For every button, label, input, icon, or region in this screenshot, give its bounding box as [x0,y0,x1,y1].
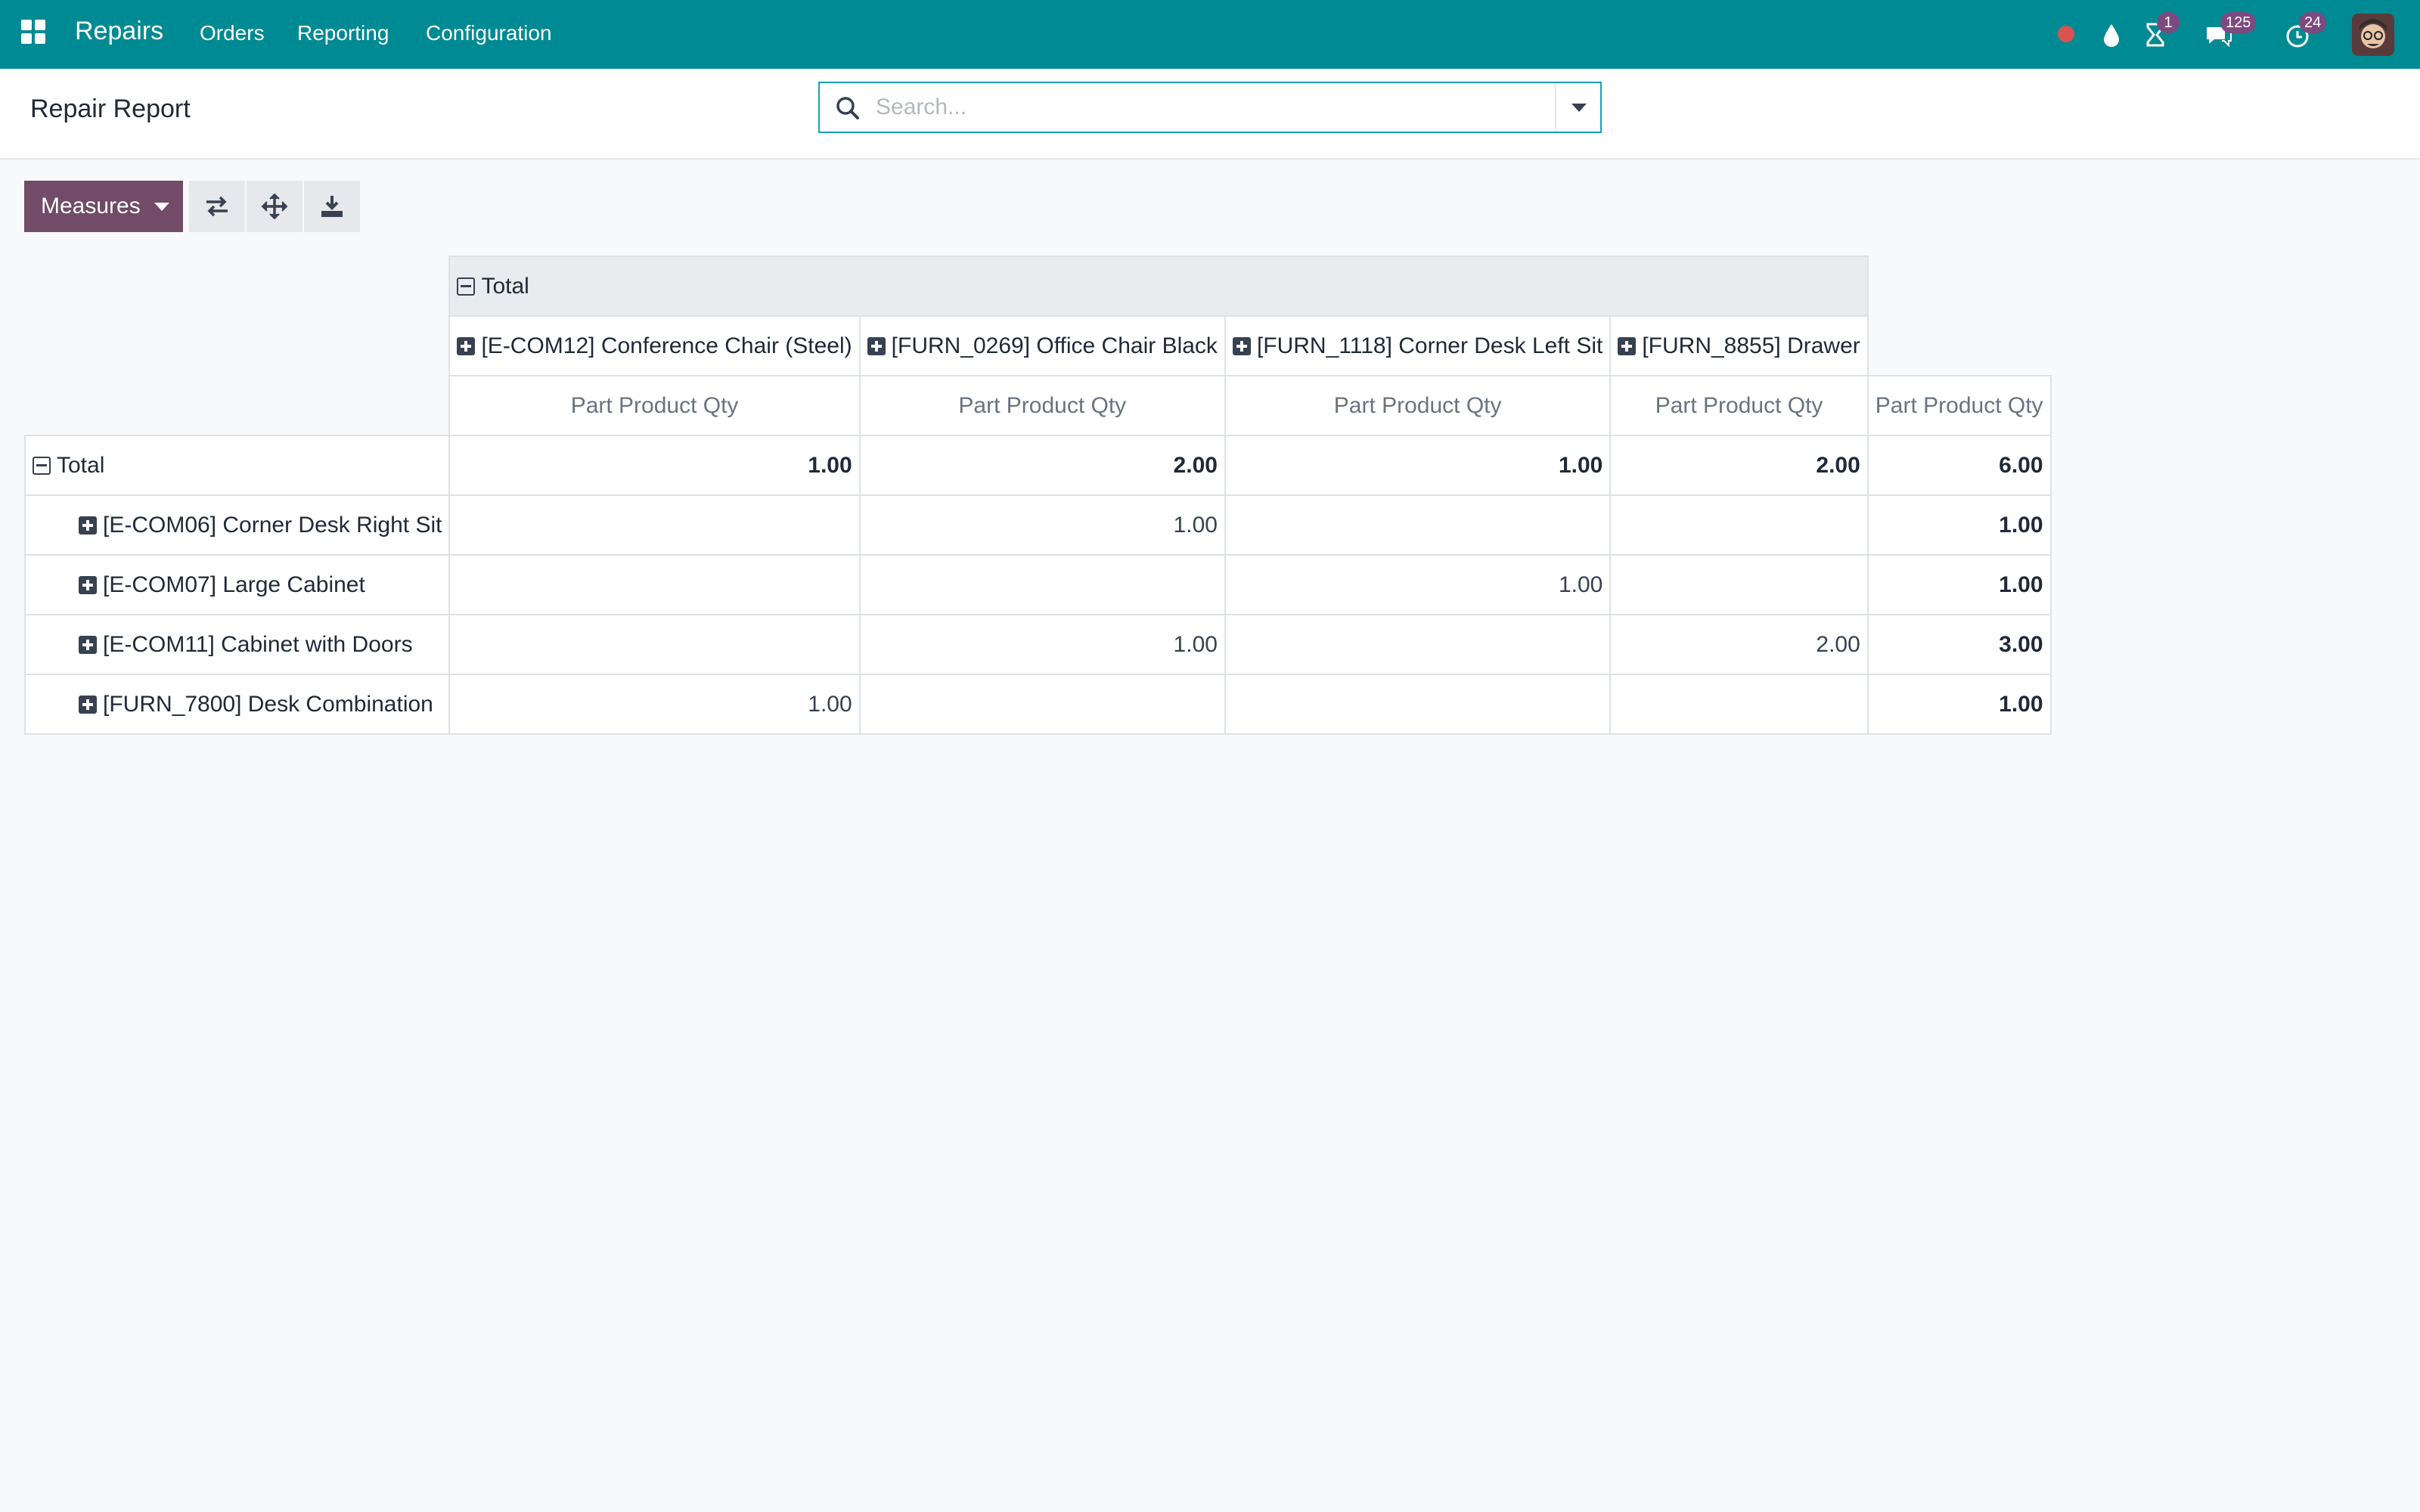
cell[interactable]: 1.00 [858,494,1226,556]
measure-header[interactable]: Part Product Qty [1224,375,1612,436]
search-bar[interactable] [818,82,1602,133]
chevron-down-icon [1571,104,1587,112]
measures-label: Measures [41,194,141,218]
row-header[interactable]: [E-COM06] Corner Desk Right Sit [23,494,451,556]
measure-header-total[interactable]: Part Product Qty [1866,375,2052,436]
table-row-total: Total 1.00 2.00 1.00 2.00 6.00 [23,435,2052,496]
col-header[interactable]: [FURN_8855] Drawer [1609,315,1869,376]
download-icon [321,196,343,217]
app-name[interactable]: Repairs [75,17,163,46]
cell-grand-total[interactable]: 6.00 [1866,435,2052,496]
cell[interactable] [448,614,861,675]
cell-row-total[interactable]: 1.00 [1866,494,2052,556]
cell[interactable]: 1.00 [1224,554,1612,615]
timer-icon[interactable]: 24 [2281,12,2327,51]
table-row: [E-COM07] Large Cabinet 1.00 1.00 [23,554,2052,615]
measure-header[interactable]: Part Product Qty [448,375,861,436]
menu-orders[interactable]: Orders [200,21,265,45]
table-row: [E-COM11] Cabinet with Doors 1.00 2.00 3… [23,614,2052,675]
measures-button[interactable]: Measures [24,181,183,232]
measure-header[interactable]: Part Product Qty [858,375,1226,436]
messages-icon[interactable]: 125 [2202,12,2257,51]
cell[interactable] [858,674,1226,735]
expand-icon [1232,336,1251,355]
pivot-corner [25,256,449,435]
row-header[interactable]: [FURN_7800] Desk Combination [23,674,451,735]
expand-icon [1618,336,1637,355]
cell[interactable] [1224,494,1612,556]
menu-configuration[interactable]: Configuration [426,21,552,45]
cell-row-total[interactable]: 1.00 [1866,674,2052,735]
expand-all-button[interactable] [247,181,302,232]
row-header-total[interactable]: Total [23,435,451,496]
search-input[interactable] [876,91,1541,124]
table-row: [E-COM06] Corner Desk Right Sit 1.00 1.0… [23,494,2052,556]
expand-icon [457,336,476,355]
row-header[interactable]: [E-COM11] Cabinet with Doors [23,614,451,675]
cell[interactable] [858,554,1226,615]
expand-icon [867,336,886,355]
flip-axis-button[interactable] [189,181,245,232]
chevron-down-icon [154,202,169,211]
col-header-total[interactable]: Total [448,256,1869,317]
user-avatar[interactable] [2352,14,2394,56]
measure-header[interactable]: Part Product Qty [1609,375,1869,436]
download-button[interactable] [304,181,360,232]
cell[interactable]: 2.00 [1609,435,1869,496]
cell[interactable]: 1.00 [858,614,1226,675]
apps-menu-icon[interactable] [21,20,48,47]
cell[interactable] [448,554,861,615]
cell-row-total[interactable]: 3.00 [1866,614,2052,675]
cell[interactable]: 2.00 [1609,614,1869,675]
col-header[interactable]: [FURN_1118] Corner Desk Left Sit [1224,315,1612,376]
cell[interactable]: 1.00 [448,435,861,496]
expand-icon [79,695,97,714]
cell[interactable]: 1.00 [1224,435,1612,496]
menu-reporting[interactable]: Reporting [297,21,389,45]
collapse-icon [457,277,476,296]
control-panel: Repair Report [0,69,2420,160]
col-header[interactable]: [FURN_0269] Office Chair Black [858,315,1226,376]
pivot-table: Total [E-COM12] Conference Chair (Steel)… [23,256,2052,735]
expand-icon [79,635,97,654]
search-icon [836,97,859,119]
expand-icon [79,516,97,534]
activities-icon[interactable]: 1 [2139,12,2180,51]
cell[interactable] [1224,674,1612,735]
table-row: [FURN_7800] Desk Combination 1.00 1.00 [23,674,2052,735]
row-header[interactable]: [E-COM07] Large Cabinet [23,554,451,615]
search-options-toggle[interactable] [1555,83,1600,132]
page-title: Repair Report [30,94,191,123]
cell[interactable]: 2.00 [858,435,1226,496]
activities-badge: 1 [2157,12,2180,33]
cell[interactable] [1609,674,1869,735]
expand-icon [79,575,97,594]
drop-icon[interactable] [2095,18,2128,51]
cell[interactable] [1609,554,1869,615]
timer-badge: 24 [2299,12,2327,33]
cell-row-total[interactable]: 1.00 [1866,554,2052,615]
collapse-icon [33,456,51,475]
flip-axis-icon [206,196,228,217]
messages-badge: 125 [2220,12,2257,33]
top-navbar: Repairs Orders Reporting Configuration 1… [0,0,2420,69]
expand-arrows-icon [261,193,288,220]
recording-icon[interactable] [2058,26,2074,42]
cell[interactable]: 1.00 [448,674,861,735]
col-header[interactable]: [E-COM12] Conference Chair (Steel) [448,315,861,376]
cell[interactable] [1224,614,1612,675]
cell[interactable] [448,494,861,556]
cell[interactable] [1609,494,1869,556]
